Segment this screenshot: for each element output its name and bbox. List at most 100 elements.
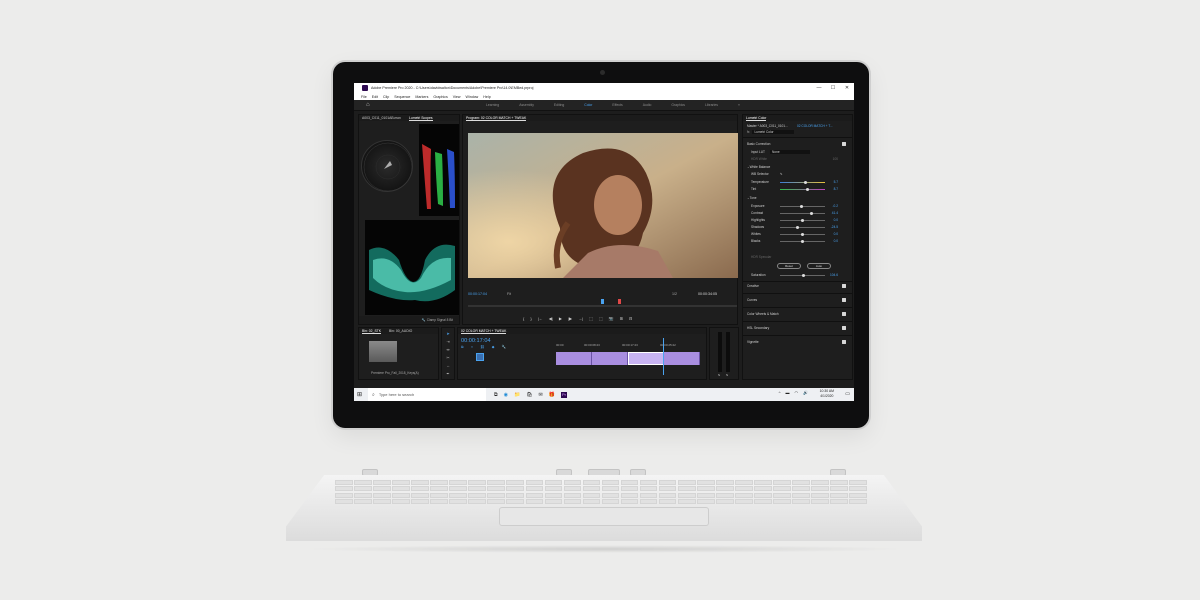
- keyboard-key[interactable]: [601, 486, 620, 492]
- tab-source[interactable]: A003_C011_0101AB.mov: [362, 116, 401, 120]
- keyboard-key[interactable]: [697, 480, 715, 485]
- keyboard-key[interactable]: [639, 492, 658, 498]
- keyboard[interactable]: [335, 480, 867, 504]
- keyboard-key[interactable]: [677, 486, 696, 492]
- slider-value[interactable]: -24.5: [831, 225, 838, 229]
- keyboard-key[interactable]: [392, 480, 410, 485]
- keyboard-key[interactable]: [697, 499, 715, 504]
- keyboard-key[interactable]: [658, 492, 677, 498]
- file-explorer-icon[interactable]: 📁: [514, 392, 520, 398]
- basic-correction-section[interactable]: Basic Correction: [747, 141, 848, 147]
- workspace-learning[interactable]: Learning: [486, 103, 499, 107]
- keyboard-key[interactable]: [430, 492, 448, 498]
- auto-button[interactable]: Auto: [807, 263, 831, 269]
- keyboard-key[interactable]: [716, 486, 734, 492]
- keyboard-key[interactable]: [468, 499, 486, 504]
- keyboard-key[interactable]: [849, 499, 867, 504]
- step-forward-button[interactable]: |▶: [568, 316, 572, 321]
- keyboard-key[interactable]: [468, 492, 486, 498]
- lift-button[interactable]: ⬚: [589, 316, 593, 321]
- workspace-libraries[interactable]: Libraries: [705, 103, 718, 107]
- keyboard-key[interactable]: [430, 480, 448, 485]
- timeline-clip[interactable]: [592, 352, 628, 365]
- keyboard-key[interactable]: [811, 486, 829, 492]
- timeline-ruler[interactable]: 00:00 00:00:08:23 00:00:17:23 00:00:25:2…: [556, 343, 706, 349]
- slider-knob[interactable]: [810, 211, 813, 215]
- slider-track[interactable]: [780, 181, 825, 183]
- keyboard-key[interactable]: [487, 486, 505, 492]
- tab-bin-stk[interactable]: Bin: 02_STK: [362, 329, 382, 334]
- keyboard-key[interactable]: [563, 480, 582, 485]
- keyboard-key[interactable]: [373, 492, 391, 498]
- menu-clip[interactable]: Clip: [383, 95, 389, 99]
- keyboard-key[interactable]: [582, 480, 601, 485]
- keyboard-key[interactable]: [582, 486, 601, 492]
- reset-button[interactable]: Reset: [777, 263, 801, 269]
- slider-value[interactable]: 41.4: [832, 211, 838, 215]
- keyboard-key[interactable]: [658, 499, 677, 504]
- keyboard-key[interactable]: [335, 480, 353, 485]
- edge-browser-icon[interactable]: ◉: [504, 392, 508, 398]
- keyboard-key[interactable]: [639, 480, 658, 485]
- keyboard-key[interactable]: [373, 499, 391, 504]
- keyboard-key[interactable]: [697, 492, 715, 498]
- keyboard-key[interactable]: [506, 486, 525, 492]
- clip-thumbnail[interactable]: [369, 341, 397, 362]
- keyboard-key[interactable]: [468, 486, 486, 492]
- project-file-name[interactable]: Premiere Pro_Fall_2018_Keys(A): [371, 371, 419, 375]
- comparison-view-button[interactable]: ⊞: [620, 316, 623, 321]
- keyboard-key[interactable]: [830, 486, 848, 492]
- battery-icon[interactable]: ▬: [786, 390, 790, 395]
- workspace-color[interactable]: Color: [584, 103, 592, 107]
- zoom-select[interactable]: Fit: [507, 292, 511, 296]
- slider-value[interactable]: 0.0: [834, 232, 838, 236]
- menu-help[interactable]: Help: [483, 95, 490, 99]
- step-back-button[interactable]: ◀|: [549, 316, 553, 321]
- keyboard-key[interactable]: [811, 492, 829, 498]
- keyboard-key[interactable]: [430, 486, 448, 492]
- keyboard-key[interactable]: [506, 492, 525, 498]
- keyboard-key[interactable]: [830, 480, 848, 485]
- tab-lumetri-scopes[interactable]: Lumetri Scopes: [408, 116, 433, 121]
- color-wheels-section[interactable]: Color Wheels & Match: [747, 311, 848, 317]
- keyboard-key[interactable]: [620, 486, 639, 492]
- keyboard-key[interactable]: [487, 492, 505, 498]
- snap-icon[interactable]: ∩: [471, 345, 474, 349]
- keyboard-key[interactable]: [449, 480, 467, 485]
- workspace-graphics[interactable]: Graphics: [671, 103, 685, 107]
- timeline-clip[interactable]: [556, 352, 592, 365]
- keyboard-key[interactable]: [373, 480, 391, 485]
- slider-track[interactable]: [780, 226, 825, 228]
- slider-value[interactable]: 0.0: [834, 239, 838, 243]
- keyboard-key[interactable]: [811, 480, 829, 485]
- nest-icon[interactable]: ⧉: [461, 345, 464, 349]
- eyedropper-icon[interactable]: ✎: [780, 172, 783, 176]
- keyboard-key[interactable]: [658, 486, 677, 492]
- extract-button[interactable]: ⬚: [599, 316, 603, 321]
- slider-knob[interactable]: [800, 204, 804, 208]
- keyboard-key[interactable]: [449, 492, 467, 498]
- track-select-tool-icon[interactable]: ⇥: [442, 339, 454, 344]
- keyboard-key[interactable]: [525, 486, 544, 492]
- keyboard-key[interactable]: [563, 499, 582, 504]
- slider-value[interactable]: -0.2: [833, 204, 839, 208]
- slider-knob[interactable]: [801, 218, 804, 222]
- keyboard-key[interactable]: [716, 480, 734, 485]
- keyboard-key[interactable]: [563, 492, 582, 498]
- keyboard-key[interactable]: [411, 499, 429, 504]
- keyboard-key[interactable]: [487, 499, 505, 504]
- keyboard-key[interactable]: [487, 480, 505, 485]
- menu-markers[interactable]: Markers: [415, 95, 428, 99]
- keyboard-key[interactable]: [544, 486, 563, 492]
- slider-knob[interactable]: [801, 232, 804, 236]
- slider-value[interactable]: 0.0: [834, 218, 838, 222]
- keyboard-key[interactable]: [544, 499, 563, 504]
- keyboard-key[interactable]: [773, 486, 791, 492]
- keyboard-key[interactable]: [354, 486, 372, 492]
- trackpad[interactable]: [499, 507, 709, 526]
- keyboard-key[interactable]: [392, 492, 410, 498]
- keyboard-key[interactable]: [677, 499, 696, 504]
- keyboard-key[interactable]: [468, 480, 486, 485]
- keyboard-key[interactable]: [849, 480, 867, 485]
- menu-sequence[interactable]: Sequence: [394, 95, 410, 99]
